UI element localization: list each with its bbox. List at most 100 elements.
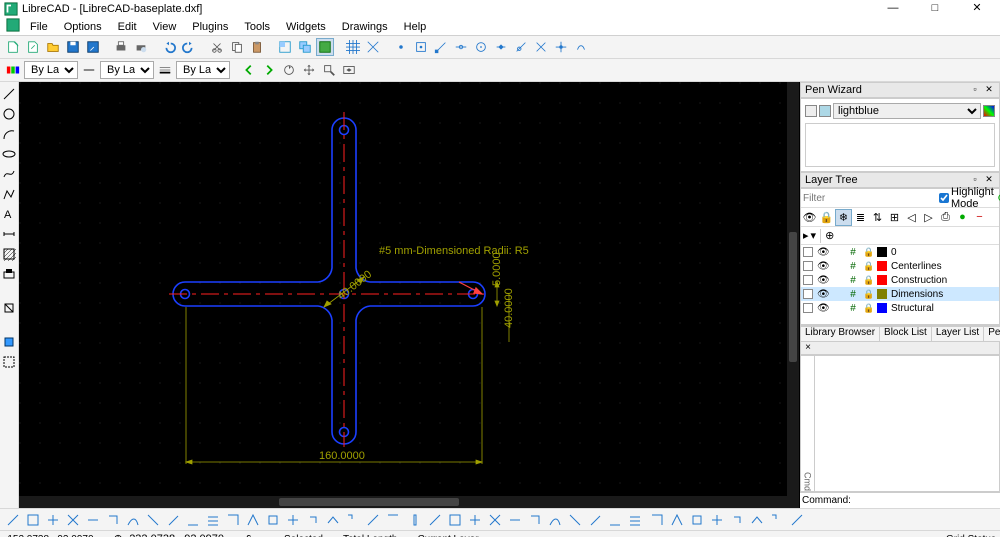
tool-arc[interactable] [1,126,17,142]
snap-on-entity-button[interactable] [452,38,470,56]
linetype-swatch[interactable] [80,61,98,79]
bottom-tool-24[interactable] [486,511,504,529]
menu-tools[interactable]: Tools [238,21,276,33]
bottom-tool-26[interactable] [526,511,544,529]
menu-edit[interactable]: Edit [112,21,143,33]
layer-check-icon[interactable] [803,289,813,299]
layer-row[interactable]: 👁#🔒Construction [801,273,999,287]
dock-icon[interactable]: ▫ [969,84,981,96]
bottom-tool-39[interactable] [788,511,806,529]
lineweight-swatch[interactable] [156,61,174,79]
tool-line[interactable] [1,86,17,102]
menu-options[interactable]: Options [58,21,108,33]
layer-check-icon[interactable] [803,275,813,285]
snap-free-button[interactable] [392,38,410,56]
restrict-ortho-button[interactable] [572,38,590,56]
bottom-tool-16[interactable] [324,511,342,529]
bottom-tool-3[interactable] [64,511,82,529]
highlight-mode-checkbox[interactable] [939,191,949,205]
lt-next-icon[interactable]: ▷ [920,209,937,226]
undo-button[interactable] [160,38,178,56]
zoom-window-button[interactable] [320,61,338,79]
bottom-tool-8[interactable] [164,511,182,529]
bottom-tool-23[interactable] [466,511,484,529]
bottom-tool-5[interactable] [104,511,122,529]
tab-blocklist[interactable]: Block List [879,326,932,341]
bottom-tool-4[interactable] [84,511,102,529]
cmd-close-icon[interactable]: × [801,342,815,354]
zoom-pan-button[interactable] [300,61,318,79]
layer-select-a[interactable]: By Layer [24,61,78,79]
tab-penpalette[interactable]: Pen Palette [983,326,1000,341]
layer-select-b[interactable]: By Layer [100,61,154,79]
bottom-tool-19[interactable] [384,511,402,529]
print-preview-button[interactable] [132,38,150,56]
bottom-tool-36[interactable] [728,511,746,529]
menu-view[interactable]: View [147,21,183,33]
save-button[interactable] [64,38,82,56]
construction-icon[interactable]: # [847,289,859,300]
bottom-tool-30[interactable] [606,511,624,529]
lt-lock-icon[interactable]: 🔒 [818,209,835,226]
bottom-tool-34[interactable] [688,511,706,529]
fullscreen-button[interactable] [316,38,334,56]
menu-widgets[interactable]: Widgets [280,21,332,33]
new-from-button[interactable] [24,38,42,56]
minimize-button[interactable]: — [878,1,908,17]
bottom-tool-25[interactable] [506,511,524,529]
bottom-tool-17[interactable] [344,511,362,529]
bottom-tool-35[interactable] [708,511,726,529]
tool-polyline[interactable] [1,186,17,202]
grid-ortho-button[interactable] [364,38,382,56]
redraw-button[interactable] [280,61,298,79]
bottom-tool-38[interactable] [768,511,786,529]
dock-icon[interactable]: ▫ [969,174,981,186]
layer-row[interactable]: 👁#🔒Centerlines [801,259,999,273]
pen-wizard-header[interactable]: Pen Wizard ▫ ✕ [800,82,1000,98]
cut-button[interactable] [208,38,226,56]
tool-text[interactable]: A [1,206,17,222]
menu-file[interactable]: File [24,21,54,33]
layer-check-icon[interactable] [803,261,813,271]
bottom-tool-12[interactable] [244,511,262,529]
layer-select-c[interactable]: By Layer [176,61,230,79]
bottom-tool-14[interactable] [284,511,302,529]
lock-icon[interactable]: 🔒 [863,289,873,300]
menu-drawings[interactable]: Drawings [336,21,394,33]
drawing-canvas[interactable]: 160.0000 40.0000 5.0000 40.0000 #5 mm-Di… [19,82,800,508]
lt-list-icon[interactable]: ≣ [852,209,869,226]
bottom-tool-18[interactable] [364,511,382,529]
lt-showall-icon[interactable]: 👁 [801,209,818,226]
redo-button[interactable] [180,38,198,56]
construction-icon[interactable]: # [847,247,859,258]
print-button[interactable] [112,38,130,56]
lock-icon[interactable]: 🔒 [863,247,873,258]
bottom-tool-7[interactable] [144,511,162,529]
lock-icon[interactable]: 🔒 [863,261,873,272]
eye-icon[interactable]: 👁 [817,289,829,300]
menu-plugins[interactable]: Plugins [186,21,234,33]
lt-sort-icon[interactable]: ⇅ [869,209,886,226]
eye-icon[interactable]: 👁 [817,247,829,258]
window-tile-button[interactable] [276,38,294,56]
bottom-tool-15[interactable] [304,511,322,529]
eye-icon[interactable]: 👁 [817,303,829,314]
layer-row[interactable]: 👁#🔒0 [801,245,999,259]
lt-del-icon[interactable]: − [971,209,988,226]
snap-center-button[interactable] [472,38,490,56]
lt-move-icon[interactable]: ⊕ [825,229,834,242]
layer-color-swatch[interactable] [4,61,22,79]
layer-row[interactable]: 👁#🔒Dimensions [801,287,999,301]
lock-icon[interactable]: 🔒 [863,275,873,286]
menu-help[interactable]: Help [398,21,433,33]
pick-icon[interactable] [805,105,817,117]
lt-prev-icon[interactable]: ◁ [903,209,920,226]
tool-block[interactable] [1,334,17,350]
snap-distance-button[interactable] [512,38,530,56]
close-panel-icon[interactable]: ✕ [983,84,995,96]
bottom-tool-20[interactable] [406,511,424,529]
maximize-button[interactable]: □ [920,1,950,17]
tool-info[interactable] [1,300,17,316]
construction-icon[interactable]: # [847,303,859,314]
grid-toggle-button[interactable] [344,38,362,56]
